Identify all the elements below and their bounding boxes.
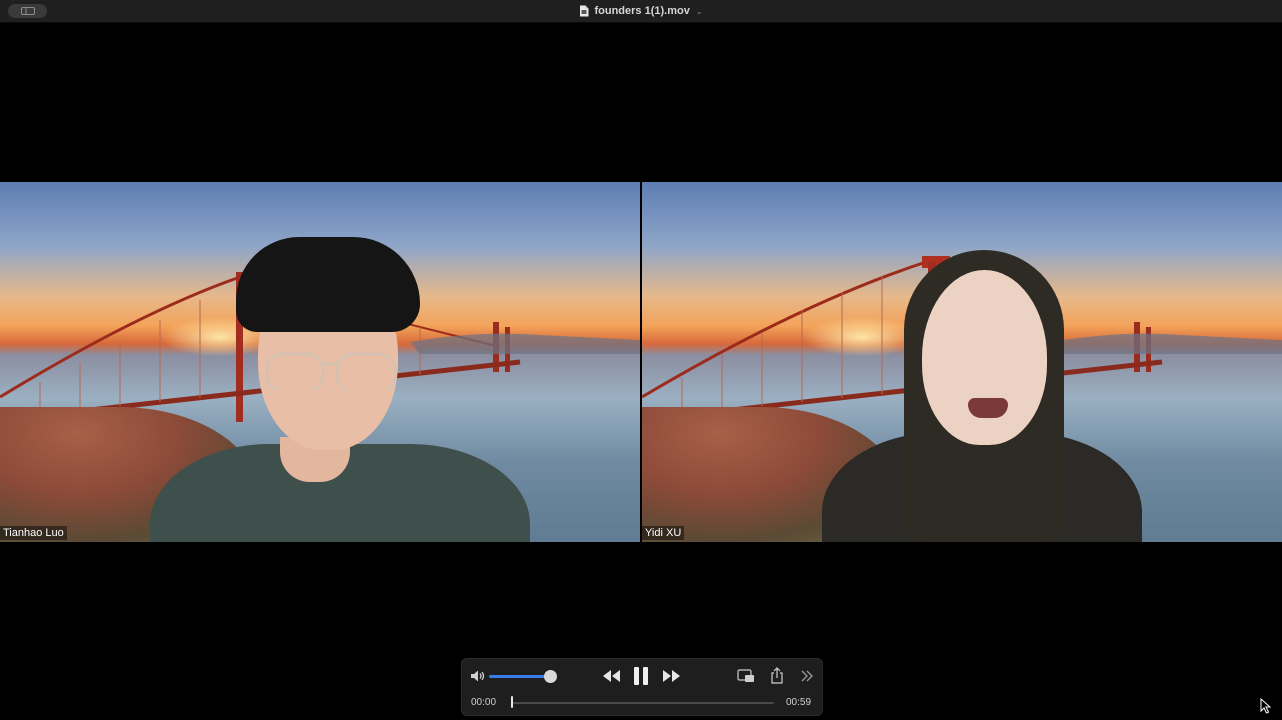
person-hair [236,237,420,332]
person-mouth [968,398,1008,418]
mouse-cursor-icon [1260,698,1272,714]
speaker-icon[interactable] [470,669,486,683]
more-chevrons-icon[interactable] [800,669,814,683]
progress-scrubber[interactable] [512,702,774,704]
volume-slider[interactable] [489,675,551,678]
scrubber-playhead[interactable] [511,696,513,708]
duration-time: 00:59 [786,697,812,708]
pause-icon[interactable] [633,666,649,686]
participant-tile-left: Tianhao Luo [0,182,640,542]
video-frame[interactable]: Tianhao Luo Yidi XU [0,182,1282,542]
sidebar-icon [20,7,35,15]
participant-tile-right: Yidi XU [642,182,1282,542]
title-chevron-icon[interactable]: ⌄ [696,7,703,16]
share-icon[interactable] [770,667,784,684]
glasses-icon [266,353,396,390]
picture-in-picture-icon[interactable] [737,668,755,684]
participant-name-label: Tianhao Luo [0,526,67,540]
playback-controls: 00:00 00:59 [461,658,823,716]
title-bar: founders 1(1).mov ⌄ [0,0,1282,23]
volume-slider-knob[interactable] [544,670,557,683]
person-face [922,270,1047,445]
current-time: 00:00 [471,697,497,708]
window-title-text: founders 1(1).mov [594,5,690,17]
rewind-icon[interactable] [601,669,621,683]
participant-name-label: Yidi XU [642,526,685,540]
fast-forward-icon[interactable] [662,669,682,683]
document-icon [580,5,589,17]
sidebar-toggle-button[interactable] [8,4,47,18]
window-title[interactable]: founders 1(1).mov ⌄ [579,5,703,17]
